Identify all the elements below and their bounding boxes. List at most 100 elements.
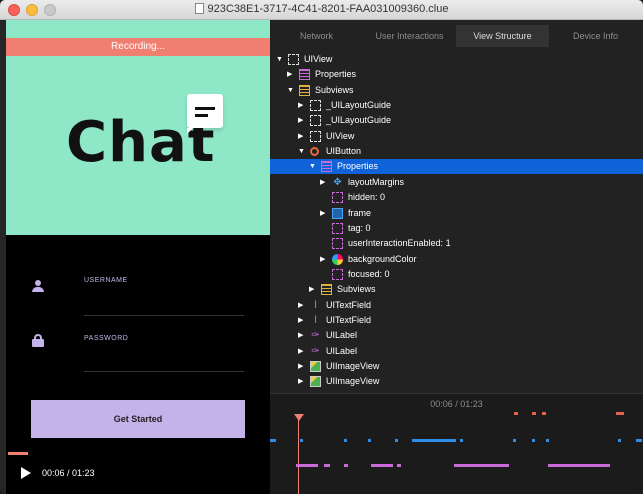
tree-row-label: Subviews — [315, 84, 354, 95]
timeline-event-mark[interactable] — [344, 464, 348, 467]
timeline-event-mark[interactable] — [542, 412, 546, 415]
dashed-pink-icon — [332, 192, 343, 204]
disclosure-open-icon[interactable]: ▼ — [309, 159, 317, 174]
tree-row[interactable]: ▶ frame — [270, 206, 643, 221]
tree-row[interactable]: ▶ ✥ layoutMargins — [270, 175, 643, 190]
recording-banner: Recording... — [6, 38, 270, 56]
disclosure-closed-icon[interactable]: ▶ — [298, 313, 306, 328]
window-title-text: 923C38E1-3717-4C41-8201-FAA031009360.clu… — [207, 3, 449, 15]
tree-row-label: UIImageView — [326, 361, 380, 371]
yellow-icon — [321, 284, 332, 296]
yellow-pink-icon — [299, 69, 310, 81]
play-icon[interactable] — [21, 467, 31, 479]
tree-row[interactable]: ▶ ✑ UILabel — [270, 344, 643, 359]
disclosure-closed-icon[interactable]: ▶ — [309, 282, 317, 297]
tree-row-label: UIView — [304, 54, 333, 64]
disclosure-closed-icon[interactable]: ▶ — [320, 175, 328, 190]
timeline-event-mark[interactable] — [300, 439, 303, 442]
timeline-event-mark[interactable] — [344, 439, 347, 442]
timeline[interactable]: 00:06 / 01:23 — [270, 393, 643, 494]
username-field[interactable] — [84, 315, 244, 316]
tree-row-label: hidden: 0 — [348, 192, 386, 203]
tab-device-info[interactable]: Device Info — [549, 25, 642, 47]
disclosure-closed-icon[interactable]: ▶ — [298, 328, 306, 343]
image-icon — [310, 376, 321, 388]
tree-row[interactable]: ▶ UIImageView — [270, 374, 643, 389]
timeline-event-mark[interactable] — [368, 439, 371, 442]
disclosure-closed-icon[interactable]: ▶ — [320, 206, 328, 221]
tree-row[interactable]: tag: 0 — [270, 221, 643, 236]
disclosure-open-icon[interactable]: ▼ — [287, 83, 295, 98]
tree-row[interactable]: userInteractionEnabled: 1 — [270, 236, 643, 251]
tree-row[interactable]: focused: 0 — [270, 267, 643, 282]
playback-progress[interactable] — [8, 452, 28, 455]
tab-view-structure[interactable]: View Structure — [456, 25, 549, 47]
timeline-event-mark[interactable] — [412, 439, 456, 442]
tree-row[interactable]: ▼ Subviews — [270, 83, 643, 98]
tree-row[interactable]: ▶ I UITextField — [270, 298, 643, 313]
disclosure-closed-icon[interactable]: ▶ — [298, 129, 306, 144]
password-label: PASSWORD — [84, 335, 129, 342]
disclosure-closed-icon[interactable]: ▶ — [287, 67, 295, 82]
tree-row[interactable]: ▶ I UITextField — [270, 313, 643, 328]
tag-icon: ✑ — [311, 330, 320, 342]
dashed-pink-icon — [332, 238, 343, 250]
timeline-event-mark[interactable] — [395, 439, 398, 442]
tab-user-interactions[interactable]: User Interactions — [363, 25, 456, 47]
disclosure-open-icon[interactable]: ▼ — [298, 144, 306, 159]
tree-row[interactable]: ▶ Properties — [270, 67, 643, 82]
timeline-event-mark[interactable] — [513, 439, 516, 442]
tree-row[interactable]: ▶ ✑ UILabel — [270, 328, 643, 343]
text-cursor-icon: I — [313, 298, 318, 311]
disclosure-closed-icon[interactable]: ▶ — [298, 113, 306, 128]
tree-row[interactable]: ▶ Subviews — [270, 282, 643, 297]
disclosure-closed-icon[interactable]: ▶ — [298, 374, 306, 389]
tree-row[interactable]: ▶ _UILayoutGuide — [270, 113, 643, 128]
tree-row[interactable]: ▼ UIView — [270, 52, 643, 67]
tree-row[interactable]: ▶ UIImageView — [270, 359, 643, 374]
tree-row[interactable]: ▼ UIButton — [270, 144, 643, 159]
timeline-event-mark[interactable] — [454, 464, 509, 467]
timeline-event-mark[interactable] — [514, 412, 518, 415]
tree-row[interactable]: ▶ _UILayoutGuide — [270, 98, 643, 113]
window-title: 923C38E1-3717-4C41-8201-FAA031009360.clu… — [0, 3, 643, 15]
timeline-event-mark[interactable] — [618, 439, 621, 442]
document-icon — [194, 3, 204, 14]
disclosure-closed-icon[interactable]: ▶ — [298, 98, 306, 113]
disclosure-closed-icon[interactable]: ▶ — [298, 298, 306, 313]
timeline-event-mark[interactable] — [532, 412, 536, 415]
status-bar — [6, 20, 270, 38]
tab-network[interactable]: Network — [270, 25, 363, 47]
get-started-button[interactable]: Get Started — [31, 400, 245, 438]
tree-row[interactable]: ▼ Properties — [270, 159, 643, 175]
password-field[interactable] — [84, 371, 244, 372]
timeline-event-mark[interactable] — [460, 439, 463, 442]
disclosure-closed-icon[interactable]: ▶ — [298, 359, 306, 374]
hero-section: Chat — [6, 56, 270, 235]
timeline-event-mark[interactable] — [636, 439, 642, 442]
timeline-event-mark[interactable] — [546, 439, 549, 442]
timeline-event-mark[interactable] — [324, 464, 330, 467]
tree-row-label: frame — [348, 207, 372, 218]
timeline-event-mark[interactable] — [296, 464, 318, 467]
disclosure-closed-icon[interactable]: ▶ — [320, 252, 328, 267]
user-icon — [32, 280, 44, 292]
tree-row-label: _UILayoutGuide — [326, 100, 392, 111]
tree-row-label: Properties — [315, 69, 357, 80]
timeline-event-mark[interactable] — [371, 464, 393, 467]
tree-row-label: UIView — [326, 130, 355, 141]
timeline-event-mark[interactable] — [270, 439, 276, 442]
orange-circle-icon — [310, 147, 319, 157]
tree-row[interactable]: ▶ UIView — [270, 129, 643, 144]
tree-row-label: _UILayoutGuide — [326, 115, 392, 126]
playhead-handle[interactable] — [294, 414, 304, 421]
timeline-event-mark[interactable] — [548, 464, 610, 467]
tree-row[interactable]: ▶ backgroundColor — [270, 252, 643, 267]
timeline-event-mark[interactable] — [532, 439, 535, 442]
tree-row[interactable]: hidden: 0 — [270, 190, 643, 205]
timeline-event-mark[interactable] — [616, 412, 624, 415]
timeline-event-mark[interactable] — [397, 464, 401, 467]
disclosure-closed-icon[interactable]: ▶ — [298, 344, 306, 359]
tab-bar: Network User Interactions View Structure… — [270, 25, 643, 47]
disclosure-open-icon[interactable]: ▼ — [276, 52, 284, 67]
